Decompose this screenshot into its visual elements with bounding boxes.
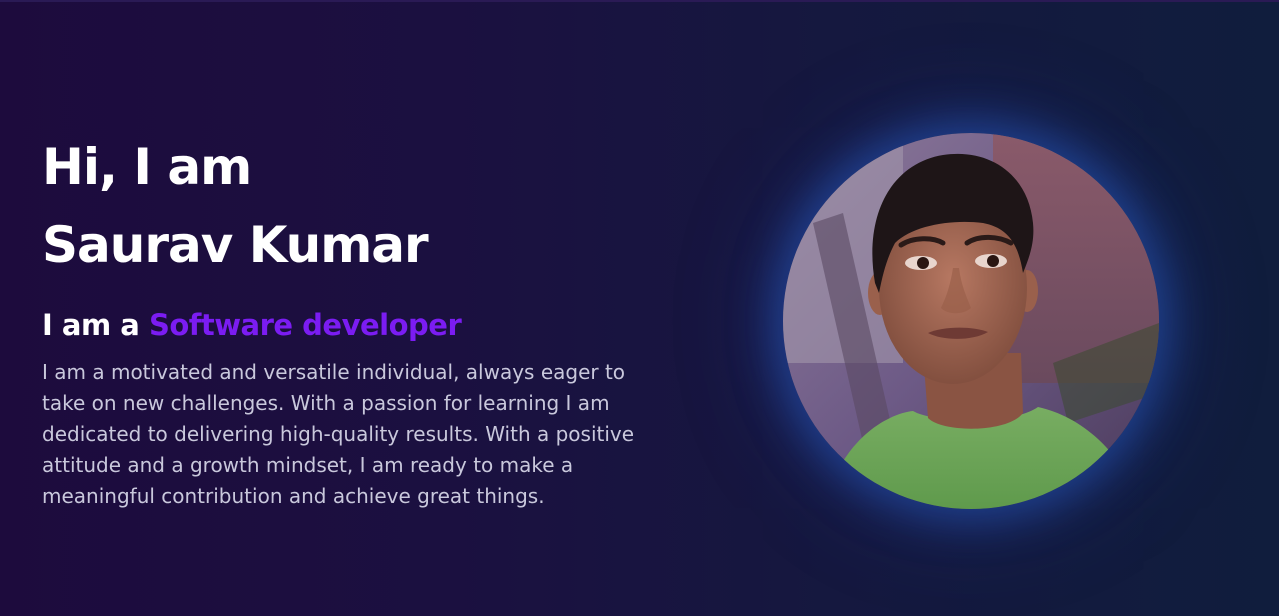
hero-heading: Hi, I am Saurav Kumar (42, 128, 682, 284)
role-prefix: I am a (42, 308, 140, 342)
top-border (0, 0, 1279, 2)
role-heading: I am a Software developer (42, 305, 682, 345)
greeting-line-1: Hi, I am (42, 138, 252, 196)
hero-intro: Hi, I am Saurav Kumar I am a Software de… (42, 128, 682, 512)
bio-paragraph: I am a motivated and versatile individua… (42, 360, 635, 508)
profile-photo-illustration (783, 133, 1159, 509)
role-highlight: Software developer (148, 308, 462, 342)
greeting-name: Saurav Kumar (42, 216, 429, 274)
profile-photo (783, 133, 1159, 509)
